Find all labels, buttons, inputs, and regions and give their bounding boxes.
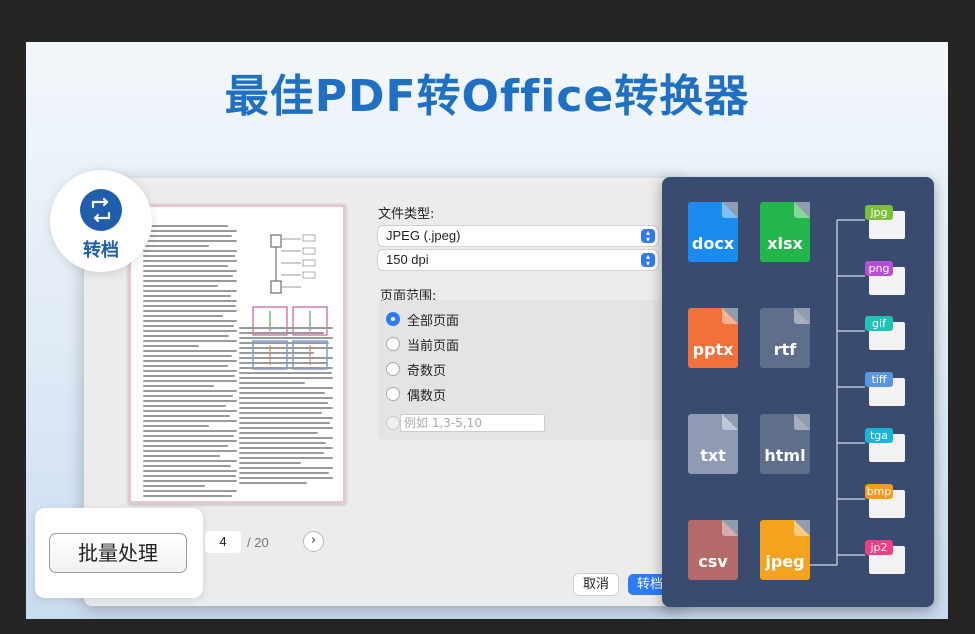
radio-label: 奇数页 (407, 363, 447, 379)
custom-range-input[interactable]: 例如 1,3-5,10 (400, 414, 545, 432)
format-label: docx (691, 234, 735, 253)
radio-label: 偶数页 (407, 388, 447, 404)
text-column-right (239, 327, 333, 487)
dpi-select[interactable]: 150 dpi ▴ ▾ (378, 250, 658, 270)
format-label: xlsx (767, 234, 803, 253)
radio-custom-range[interactable] (386, 414, 400, 432)
format-panel: docx xlsx pptx rtf txt html csv jpeg jpg… (662, 177, 934, 607)
image-format-label: png (865, 261, 893, 276)
docx-format-icon[interactable]: docx (688, 202, 738, 262)
tga-image-icon[interactable]: tga (865, 428, 905, 462)
txt-format-icon[interactable]: txt (688, 414, 738, 474)
headline: 最佳PDF转Office转换器 (224, 71, 750, 122)
jp2-image-icon[interactable]: jp2 (865, 540, 905, 574)
bmp-image-icon[interactable]: bmp (865, 484, 905, 518)
radio-empty-icon (386, 362, 400, 376)
format-label: rtf (773, 340, 797, 359)
batch-process-button[interactable]: 批量处理 (49, 533, 187, 573)
page-navigator: 4 / 20 › (205, 530, 324, 554)
tiff-image-icon[interactable]: tiff (865, 372, 905, 406)
radio-all-pages[interactable]: 全部页面 (386, 310, 460, 329)
png-image-icon[interactable]: png (865, 261, 905, 295)
current-page-field[interactable]: 4 (205, 531, 241, 553)
jpg-image-icon[interactable]: jpg (865, 205, 905, 239)
total-pages: / 20 (247, 534, 269, 550)
dpi-value: 150 dpi (386, 252, 429, 267)
jpeg-format-icon[interactable]: jpeg (760, 520, 810, 580)
format-label: csv (698, 552, 728, 571)
file-type-label: 文件类型: (378, 207, 435, 222)
image-format-label: jpg (865, 205, 893, 220)
image-format-label: gif (865, 316, 893, 331)
gif-image-icon[interactable]: gif (865, 316, 905, 350)
format-label: txt (700, 446, 726, 465)
radio-even-pages[interactable]: 偶数页 (386, 385, 447, 404)
html-format-icon[interactable]: html (760, 414, 810, 474)
next-page-button[interactable]: › (303, 531, 324, 552)
radio-current-page[interactable]: 当前页面 (386, 335, 460, 354)
file-type-value: JPEG (.jpeg) (386, 228, 461, 243)
image-format-label: jp2 (865, 540, 893, 555)
rtf-format-icon[interactable]: rtf (760, 308, 810, 368)
text-column-left (143, 225, 237, 500)
convert-badge[interactable]: 转档 (50, 170, 152, 272)
image-format-label: tiff (865, 372, 893, 387)
file-type-select[interactable]: JPEG (.jpeg) ▴ ▾ (378, 226, 658, 246)
image-format-label: bmp (865, 484, 893, 499)
radio-empty-icon (386, 416, 400, 430)
chevron-right-icon: › (310, 533, 317, 548)
format-label: html (764, 446, 806, 465)
radio-empty-icon (386, 337, 400, 351)
badge-label: 转档 (83, 240, 119, 261)
format-label: pptx (692, 340, 734, 359)
updown-arrow-icon: ▴ ▾ (641, 253, 655, 268)
radio-selected-icon (386, 312, 400, 326)
pdf-page-preview[interactable] (128, 204, 346, 504)
xlsx-format-icon[interactable]: xlsx (760, 202, 810, 262)
image-format-label: tga (865, 428, 893, 443)
pptx-format-icon[interactable]: pptx (688, 308, 738, 368)
convert-icon (80, 189, 122, 231)
radio-odd-pages[interactable]: 奇数页 (386, 360, 447, 379)
format-label: jpeg (765, 552, 805, 571)
radio-empty-icon (386, 387, 400, 401)
radio-label: 当前页面 (407, 338, 460, 354)
radio-label: 全部页面 (407, 313, 460, 329)
updown-arrow-icon: ▴ ▾ (641, 229, 655, 244)
cancel-button[interactable]: 取消 (574, 574, 618, 595)
csv-format-icon[interactable]: csv (688, 520, 738, 580)
